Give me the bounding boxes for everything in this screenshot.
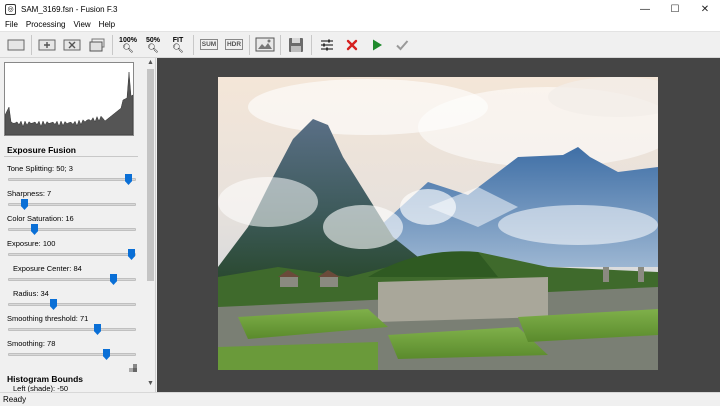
menu-view[interactable]: View <box>69 20 94 29</box>
magnifier-icon: 🔍︎ <box>122 42 134 53</box>
hdr-button[interactable]: HDR <box>223 34 245 56</box>
scroll-thumb[interactable] <box>147 69 154 281</box>
remove-frame-icon <box>63 39 81 50</box>
floppy-disk-icon <box>289 37 303 52</box>
close-button[interactable]: ✕ <box>690 0 720 18</box>
menu-file[interactable]: File <box>0 20 22 29</box>
slider-thumb[interactable] <box>103 349 110 360</box>
toolbar-separator <box>249 34 250 55</box>
slider-label: Radius: 34 <box>13 289 49 298</box>
stack-frames-icon <box>89 38 105 51</box>
minimize-icon: — <box>640 3 650 15</box>
window-title: SAM_3169.fsn - Fusion F.3 <box>21 4 118 14</box>
histogram <box>4 62 134 136</box>
settings-panel: Exposure Fusion Tone Splitting: 50; 3 Sha… <box>0 58 156 392</box>
maximize-button[interactable]: ☐ <box>660 0 690 18</box>
toolbar-separator <box>112 34 113 55</box>
single-image-button[interactable] <box>5 34 27 56</box>
minimize-button[interactable]: — <box>630 0 660 18</box>
slider-thumb[interactable] <box>94 324 101 335</box>
slider-thumb[interactable] <box>128 249 135 260</box>
save-button[interactable] <box>285 34 307 56</box>
landscape-image-icon <box>255 37 275 52</box>
slider-thumb[interactable] <box>125 174 132 185</box>
toolbar-separator <box>193 34 194 55</box>
status-bar: Ready <box>0 392 720 406</box>
slider-label: Smoothing threshold: 71 <box>7 314 89 323</box>
slider-label: Exposure: 100 <box>7 239 56 248</box>
toolbar-separator <box>311 34 312 55</box>
slider-label: Smoothing: 78 <box>7 339 56 348</box>
magnifier-icon: 🔍︎ <box>172 42 184 53</box>
histogram-bounds-left-label: Left (shade): -50 <box>13 384 69 392</box>
maximize-icon: ☐ <box>670 3 680 15</box>
zoom-50-button[interactable]: 50% 🔍︎ <box>142 34 164 56</box>
title-bar: ◎ SAM_3169.fsn - Fusion F.3 — ☐ ✕ <box>0 0 720 18</box>
scroll-up-icon[interactable]: ▲ <box>146 59 155 68</box>
menu-help[interactable]: Help <box>95 20 119 29</box>
checkmark-icon <box>396 39 409 50</box>
scroll-down-icon[interactable]: ▼ <box>146 380 155 389</box>
zoom-100-button[interactable]: 100% 🔍︎ <box>117 34 139 56</box>
status-text: Ready <box>3 395 27 404</box>
menu-processing[interactable]: Processing <box>22 20 70 29</box>
play-icon <box>373 39 382 50</box>
slider-label: Tone Splitting: 50; 3 <box>7 164 73 173</box>
slider-track[interactable] <box>8 349 136 360</box>
slider-thumb[interactable] <box>110 274 117 285</box>
slider-label: Sharpness: 7 <box>7 189 52 198</box>
slider-thumb[interactable] <box>21 199 28 210</box>
preview-button[interactable] <box>254 34 276 56</box>
section-title-histogram-bounds: Histogram Bounds <box>7 374 84 384</box>
sum-label: SUM <box>199 39 219 50</box>
slider-label: Exposure Center: 84 <box>13 264 82 273</box>
stack-button[interactable] <box>86 34 108 56</box>
cancel-button[interactable] <box>341 34 363 56</box>
slider-track[interactable] <box>8 224 136 235</box>
add-frame-icon <box>38 39 56 50</box>
toolbar-separator <box>280 34 281 55</box>
menu-bar: File Processing View Help <box>0 18 720 32</box>
slider-thumb[interactable] <box>50 299 57 310</box>
slider-thumb[interactable] <box>31 224 38 235</box>
toolbar: 100% 🔍︎ 50% 🔍︎ FIT 🔍︎ SUM HDR <box>0 32 720 58</box>
slider-track[interactable] <box>8 174 136 185</box>
cancel-x-icon <box>346 39 358 50</box>
toolbar-separator <box>31 34 32 55</box>
settings-sliders-button[interactable] <box>316 34 338 56</box>
hdr-label: HDR <box>224 39 244 50</box>
slider-track[interactable] <box>8 199 136 210</box>
slider-track[interactable] <box>8 274 136 285</box>
magnifier-icon: 🔍︎ <box>147 42 159 53</box>
close-icon: ✕ <box>700 3 710 15</box>
panel-scrollbar[interactable]: ▲ ▼ <box>146 58 155 392</box>
slider-track[interactable] <box>8 299 136 310</box>
app-logo-icon: ◎ <box>5 3 16 15</box>
slider-track[interactable] <box>8 249 136 260</box>
slider-track[interactable] <box>8 324 136 335</box>
run-button[interactable] <box>366 34 388 56</box>
slider-label: Color Saturation: 16 <box>7 214 74 223</box>
window-controls: — ☐ ✕ <box>630 0 720 18</box>
image-viewer[interactable] <box>157 58 720 392</box>
sliders-icon <box>321 39 333 50</box>
zoom-fit-button[interactable]: FIT 🔍︎ <box>167 34 189 56</box>
remove-image-button[interactable] <box>61 34 83 56</box>
apply-button[interactable] <box>391 34 413 56</box>
add-image-button[interactable] <box>36 34 58 56</box>
fused-photo-machu-picchu <box>218 77 658 370</box>
section-title-exposure-fusion: Exposure Fusion <box>7 145 76 155</box>
resize-grip-icon[interactable] <box>124 363 138 377</box>
section-divider <box>4 156 138 157</box>
sum-button[interactable]: SUM <box>198 34 220 56</box>
histogram-chart <box>4 71 134 136</box>
frame-icon <box>7 39 25 50</box>
